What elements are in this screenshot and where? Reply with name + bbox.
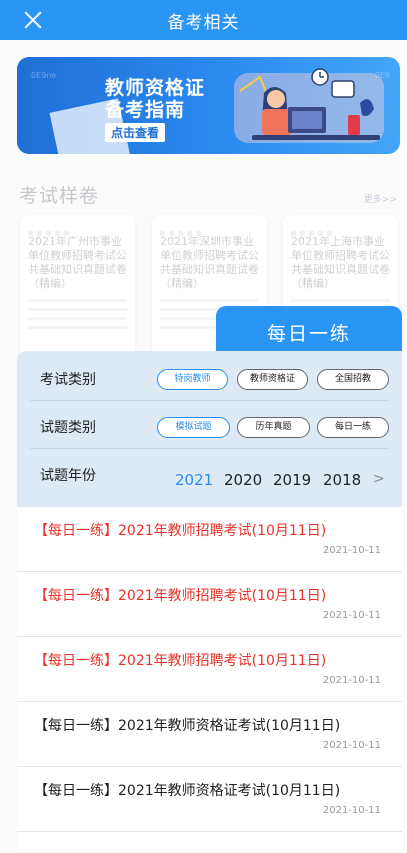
item-title: 【每日一练】2021年教师资格证考试(10月11日) — [34, 718, 341, 734]
prep-guide-banner[interactable]: 0E9ne 0E9 教师资格证 备考指南 点击查看 — [17, 57, 400, 154]
item-title: 【每日一练】2021年教师招聘考试(10月11日) — [34, 523, 327, 539]
list-item[interactable]: 【每日一练】2021年教师招聘考试(10月11日) 2021-10-11 — [17, 507, 402, 572]
list-item[interactable]: 【每日一练】2021年教师招聘考试(10月11日) 2021-10-11 — [17, 637, 402, 702]
year-option-2020[interactable]: 2020 — [224, 471, 262, 489]
more-link[interactable]: 更多>> — [364, 192, 397, 205]
exam-type-option-national[interactable]: 全国招教 — [317, 369, 389, 390]
exam-type-option-tegang[interactable]: 特岗教师 — [157, 369, 228, 390]
list-item[interactable]: 【每日一练】2021年教师资格证考试(10月11日) 2021-10-11 — [17, 702, 402, 767]
card-dots — [28, 221, 127, 236]
daily-practice-tab[interactable]: 每日一练 — [216, 306, 402, 356]
exam-type-filter: 考试类别 特岗教师 教师资格证 全国招教 — [30, 355, 389, 401]
item-date: 2021-10-11 — [322, 740, 381, 751]
item-date: 2021-10-11 — [322, 610, 381, 621]
page-content: 0E9ne 0E9 教师资格证 备考指南 点击查看 考试样卷 更多>> 2021… — [0, 40, 407, 853]
filter-label: 试题类别 — [40, 420, 96, 436]
banner-corner-text: 0E9ne — [31, 71, 57, 80]
top-bar: 备考相关 — [0, 0, 407, 40]
item-title: 【每日一练】2021年教师资格证考试(10月11日) — [34, 783, 341, 799]
view-guide-button[interactable]: 点击查看 — [105, 123, 166, 142]
year-option-2019[interactable]: 2019 — [273, 471, 311, 489]
item-title: 【每日一练】2021年教师招聘考试(10月11日) — [34, 588, 327, 604]
question-type-filter: 试题类别 模拟试题 历年真题 每日一练 — [30, 403, 389, 449]
page-title: 备考相关 — [167, 13, 240, 33]
filter-area: 考试类别 特岗教师 教师资格证 全国招教 试题类别 模拟试题 历年真题 每日一练… — [17, 351, 402, 507]
item-date: 2021-10-11 — [322, 805, 381, 816]
question-type-option-daily[interactable]: 每日一练 — [317, 417, 389, 438]
year-filter: 试题年份 2021 2020 2019 2018 > — [30, 451, 389, 497]
banner-title-line2: 备考指南 — [105, 99, 186, 121]
item-title: 【每日一练】2021年教师招聘考试(10月11日) — [34, 653, 327, 669]
list-item[interactable]: 【每日一练】2021年教师招聘考试(10月11日) 2021-10-11 — [17, 572, 402, 637]
daily-practice-panel: 考试类别 特岗教师 教师资格证 全国招教 试题类别 模拟试题 历年真题 每日一练… — [17, 351, 402, 851]
year-option-2021[interactable]: 2021 — [175, 471, 213, 489]
year-option-2018[interactable]: 2018 — [323, 471, 361, 489]
card-placeholder-lines — [28, 299, 127, 329]
exam-type-option-qualification[interactable]: 教师资格证 — [237, 369, 308, 390]
item-date: 2021-10-11 — [322, 675, 381, 686]
question-type-option-past[interactable]: 历年真题 — [237, 417, 310, 438]
chevron-right-icon[interactable]: > — [373, 471, 385, 487]
list-item[interactable]: 【每日一练】2021年教师资格证考试(10月11日) 2021-10-11 — [17, 767, 402, 832]
sample-papers-title: 考试样卷 — [19, 185, 100, 207]
sample-paper-title: 2021年广州市事业单位教师招聘考试公共基础知识真题试卷（精编） — [28, 235, 127, 290]
card-dots — [291, 221, 390, 236]
student-study-illustration — [234, 68, 384, 143]
sample-paper-card[interactable]: 2021年广州市事业单位教师招聘考试公共基础知识真题试卷（精编） — [20, 215, 135, 365]
question-type-option-mock[interactable]: 模拟试题 — [157, 417, 230, 438]
sample-paper-title: 2021年深圳市事业单位教师招聘考试公共基础知识真题试卷（精编） — [160, 235, 259, 290]
filter-label: 试题年份 — [40, 468, 96, 484]
filter-label: 考试类别 — [40, 372, 96, 388]
sample-paper-title: 2021年上海市事业单位教师招聘考试公共基础知识真题试卷（精编） — [291, 235, 390, 290]
card-dots — [160, 221, 259, 236]
item-date: 2021-10-11 — [322, 545, 381, 556]
